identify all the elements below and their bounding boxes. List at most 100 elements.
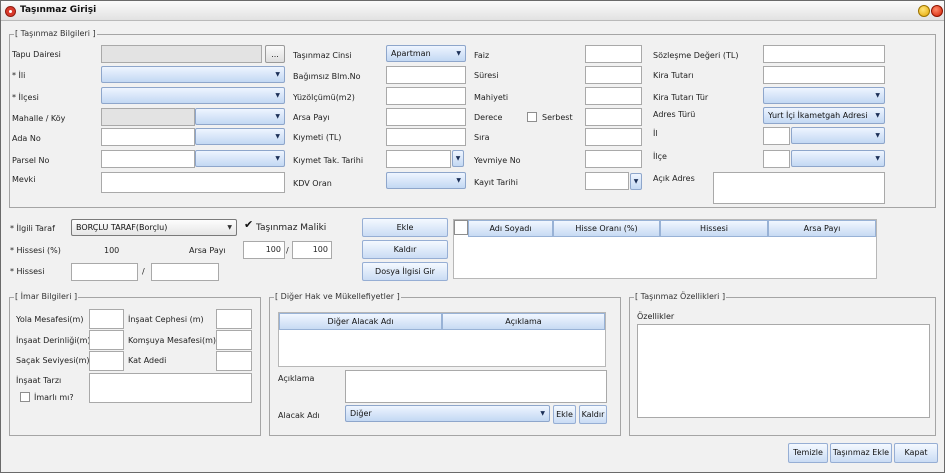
suresi-input[interactable]: [585, 66, 642, 84]
group-title: [ İmar Bilgileri ]: [14, 292, 79, 302]
grid-header-arsa-payi[interactable]: Arsa Payı: [768, 220, 876, 237]
temizle-button[interactable]: Temizle: [788, 443, 828, 463]
insaat-tarzi-textarea[interactable]: [89, 373, 252, 403]
adres-ilce-select[interactable]: ▼: [791, 150, 885, 167]
parsel-input[interactable]: [101, 150, 195, 168]
derece-input[interactable]: [585, 108, 642, 126]
adres-ilce-code-input[interactable]: [763, 150, 790, 168]
adres-turu-select[interactable]: Yurt İçi İkametgah Adresi ▼: [763, 107, 885, 124]
dropdown-arrow-icon: ▼: [875, 132, 880, 139]
ilgili-taraf-select[interactable]: BORÇLU TARAF(Borçlu) ▼: [71, 219, 237, 236]
diger-kaldir-button[interactable]: Kaldır: [579, 405, 607, 424]
close-button[interactable]: [931, 5, 943, 17]
adres-il-code-input[interactable]: [763, 127, 790, 145]
cinsi-select[interactable]: Apartman ▼: [386, 45, 466, 62]
yevmiye-label: Yevmiye No: [474, 156, 521, 165]
il-select[interactable]: ▼: [101, 66, 285, 83]
ada-input[interactable]: [101, 128, 195, 146]
hissesi-payda-input[interactable]: [151, 263, 219, 281]
aciklama-textarea[interactable]: [345, 370, 607, 403]
kdv-label: KDV Oran: [293, 179, 332, 188]
dropdown-arrow-icon: ▼: [227, 224, 232, 231]
mahiyeti-input[interactable]: [585, 87, 642, 105]
kayit-tarihi-input[interactable]: [585, 172, 629, 190]
komsuya-mesafe-input[interactable]: [216, 330, 252, 350]
hissesi-yuzde-label: * Hissesi (%): [10, 246, 61, 255]
tapu-dairesi-browse-button[interactable]: ...: [265, 45, 285, 63]
tasinmaz-ekle-button[interactable]: Taşınmaz Ekle: [830, 443, 892, 463]
hissesi-yuzde-value: 100: [104, 246, 120, 255]
kira-tur-select[interactable]: ▼: [763, 87, 885, 104]
bagimsiz-label: Bağımsız Blm.No: [293, 72, 361, 81]
grid-header-adi-soyadi[interactable]: Adı Soyadı: [468, 220, 553, 237]
dropdown-arrow-icon: ▼: [456, 50, 461, 57]
serbest-label: Serbest: [542, 113, 573, 122]
kayit-tarihi-label: Kayıt Tarihi: [474, 178, 518, 187]
mahalle-label: Mahalle / Köy: [12, 114, 66, 123]
kaldir-button[interactable]: Kaldır: [362, 240, 448, 259]
select-all-checkbox[interactable]: [454, 220, 468, 235]
yuzolcum-input[interactable]: [386, 87, 466, 105]
kiymet-tarihi-label: Kıymet Tak. Tarihi: [293, 156, 364, 165]
taraf-arsa-payi-pay-input[interactable]: 100: [243, 241, 285, 259]
aciklama-label: Açıklama: [278, 374, 315, 383]
sozlesme-input[interactable]: [763, 45, 885, 63]
hissesi-pay-input[interactable]: [71, 263, 138, 281]
alacak-adi-label: Alacak Adı: [278, 411, 320, 420]
dropdown-arrow-icon: ▼: [275, 113, 280, 120]
serbest-checkbox[interactable]: [527, 112, 537, 122]
date-picker-icon[interactable]: ▼: [452, 150, 464, 167]
ekle-button[interactable]: Ekle: [362, 218, 448, 237]
yevmiye-input[interactable]: [585, 150, 642, 168]
dropdown-arrow-icon: ▼: [540, 410, 545, 417]
dropdown-arrow-icon: ▼: [275, 71, 280, 78]
mahalle-select[interactable]: ▼: [195, 108, 285, 125]
tasinmaz-girisi-window: Taşınmaz Girişi [ Taşınmaz Bilgileri ] T…: [0, 0, 945, 473]
kapat-button[interactable]: Kapat: [894, 443, 938, 463]
bagimsiz-input[interactable]: [386, 66, 466, 84]
tasinmaz-maliki-checkbox[interactable]: [244, 218, 254, 231]
date-picker-icon[interactable]: ▼: [630, 173, 642, 190]
il-label: * İli: [12, 71, 26, 80]
grid-header-hisse-orani[interactable]: Hisse Oranı (%): [553, 220, 660, 237]
ilce-select[interactable]: ▼: [101, 87, 285, 104]
acik-adres-label: Açık Adres: [653, 174, 695, 183]
ozellikler-textarea[interactable]: [637, 324, 930, 418]
mevki-input[interactable]: [101, 172, 285, 193]
sacak-seviyesi-input[interactable]: [89, 351, 124, 371]
ilce-label: * İlçesi: [12, 93, 39, 102]
cinsi-value: Apartman: [391, 49, 431, 58]
kdv-select[interactable]: ▼: [386, 172, 466, 189]
kat-adedi-input[interactable]: [216, 351, 252, 371]
faiz-input[interactable]: [585, 45, 642, 63]
title-bar: Taşınmaz Girişi: [1, 1, 944, 21]
dosya-ilgisi-gir-button[interactable]: Dosya İlgisi Gir: [362, 262, 448, 281]
tapu-dairesi-label: Tapu Dairesi: [12, 50, 61, 59]
minimize-button[interactable]: [918, 5, 930, 17]
arsa-payi-input[interactable]: [386, 108, 466, 126]
yola-mesafe-input[interactable]: [89, 309, 124, 329]
imarli-checkbox[interactable]: [20, 392, 30, 402]
ada-select[interactable]: ▼: [195, 128, 285, 145]
kiymet-tarihi-input[interactable]: [386, 150, 451, 168]
insaat-cephesi-input[interactable]: [216, 309, 252, 329]
grid-header-aciklama[interactable]: Açıklama: [442, 313, 605, 330]
window-title: Taşınmaz Girişi: [20, 5, 97, 15]
diger-ekle-button[interactable]: Ekle: [553, 405, 576, 424]
parsel-select[interactable]: ▼: [195, 150, 285, 167]
insaat-derinligi-input[interactable]: [89, 330, 124, 350]
taraf-arsa-payi-payda-input[interactable]: 100: [292, 241, 332, 259]
mahalle-field[interactable]: [101, 108, 195, 126]
adres-il-select[interactable]: ▼: [791, 127, 885, 144]
kira-tutari-input[interactable]: [763, 66, 885, 84]
dropdown-arrow-icon: ▼: [275, 133, 280, 140]
acik-adres-textarea[interactable]: [713, 172, 885, 204]
alacak-adi-select[interactable]: Diğer ▼: [345, 405, 550, 422]
arsa-payi-label: Arsa Payı: [293, 113, 330, 122]
tapu-dairesi-field[interactable]: [101, 45, 262, 63]
adres-turu-value: Yurt İçi İkametgah Adresi: [768, 111, 868, 120]
sira-input[interactable]: [585, 128, 642, 146]
grid-header-diger-alacak-adi[interactable]: Diğer Alacak Adı: [279, 313, 442, 330]
kiymeti-input[interactable]: [386, 128, 466, 146]
grid-header-hissesi[interactable]: Hissesi: [660, 220, 768, 237]
